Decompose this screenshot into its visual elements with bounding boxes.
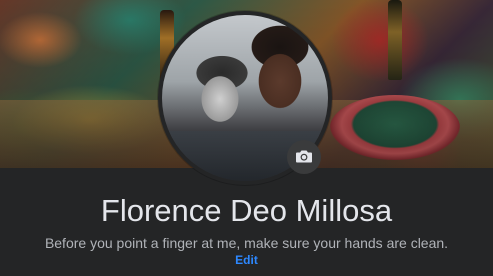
edit-bio-container: Edit	[0, 252, 493, 268]
camera-icon	[294, 146, 314, 169]
edit-bio-link[interactable]: Edit	[235, 253, 258, 267]
profile-header: Florence Deo Millosa Before you point a …	[0, 0, 493, 276]
profile-name: Florence Deo Millosa	[100, 193, 393, 228]
profile-bio: Before you point a finger at me, make su…	[44, 235, 449, 251]
update-profile-picture-button[interactable]	[287, 140, 321, 174]
